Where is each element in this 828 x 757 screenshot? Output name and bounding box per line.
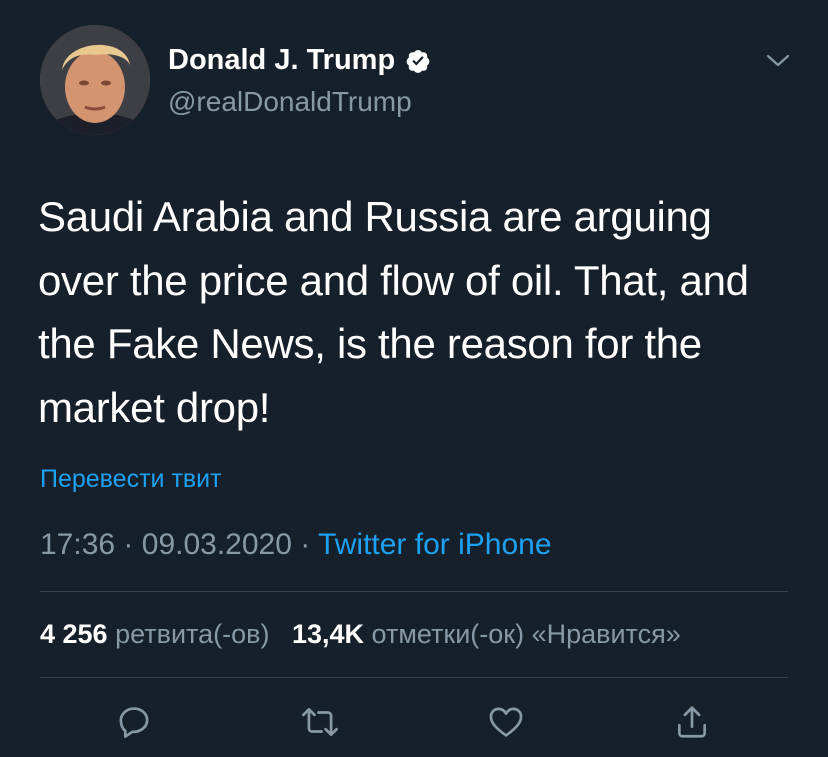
translate-tweet-link[interactable]: Перевести твит (40, 465, 222, 494)
retweets-stat[interactable]: 4 256 ретвита(-ов) (40, 619, 277, 649)
tweet-text: Saudi Arabia and Russia are arguing over… (38, 193, 749, 431)
retweets-label: ретвита(-ов) (115, 619, 270, 649)
author-handle[interactable]: @realDonaldTrump (168, 86, 412, 118)
retweet-icon (302, 707, 338, 737)
tweet-meta: 17:36 · 09.03.2020 · Twitter for iPhone (40, 528, 552, 562)
likes-stat[interactable]: 13,4K отметки(-ок) «Нравится» (292, 619, 681, 649)
likes-count: 13,4K (291, 619, 365, 649)
tweet-source-link[interactable]: Twitter for iPhone (318, 528, 551, 561)
avatar-image (40, 25, 150, 135)
tweet-date: 09.03.2020 (141, 528, 292, 561)
tweet-time: 17:36 (40, 528, 116, 561)
avatar[interactable] (40, 25, 150, 135)
divider (40, 591, 788, 592)
author-name[interactable]: Donald J. Trump (168, 44, 395, 77)
verified-badge-icon (406, 49, 430, 73)
like-button[interactable] (484, 700, 528, 744)
share-icon (677, 706, 707, 738)
author-name-row[interactable]: Donald J. Trump (168, 44, 431, 77)
like-icon (489, 707, 523, 737)
reply-icon (119, 707, 149, 738)
share-button[interactable] (670, 700, 714, 744)
chevron-down-icon[interactable] (765, 52, 791, 70)
likes-label: отметки(-ок) «Нравится» (371, 619, 681, 649)
tweet-stats: 4 256 ретвита(-ов) 13,4K отметки(-ок) «Н… (40, 619, 681, 650)
retweet-button[interactable] (298, 700, 342, 744)
retweets-count: 4 256 (40, 619, 108, 649)
divider (40, 677, 788, 678)
meta-separator: · (300, 528, 311, 561)
meta-separator: · (123, 528, 134, 561)
reply-button[interactable] (112, 700, 156, 744)
